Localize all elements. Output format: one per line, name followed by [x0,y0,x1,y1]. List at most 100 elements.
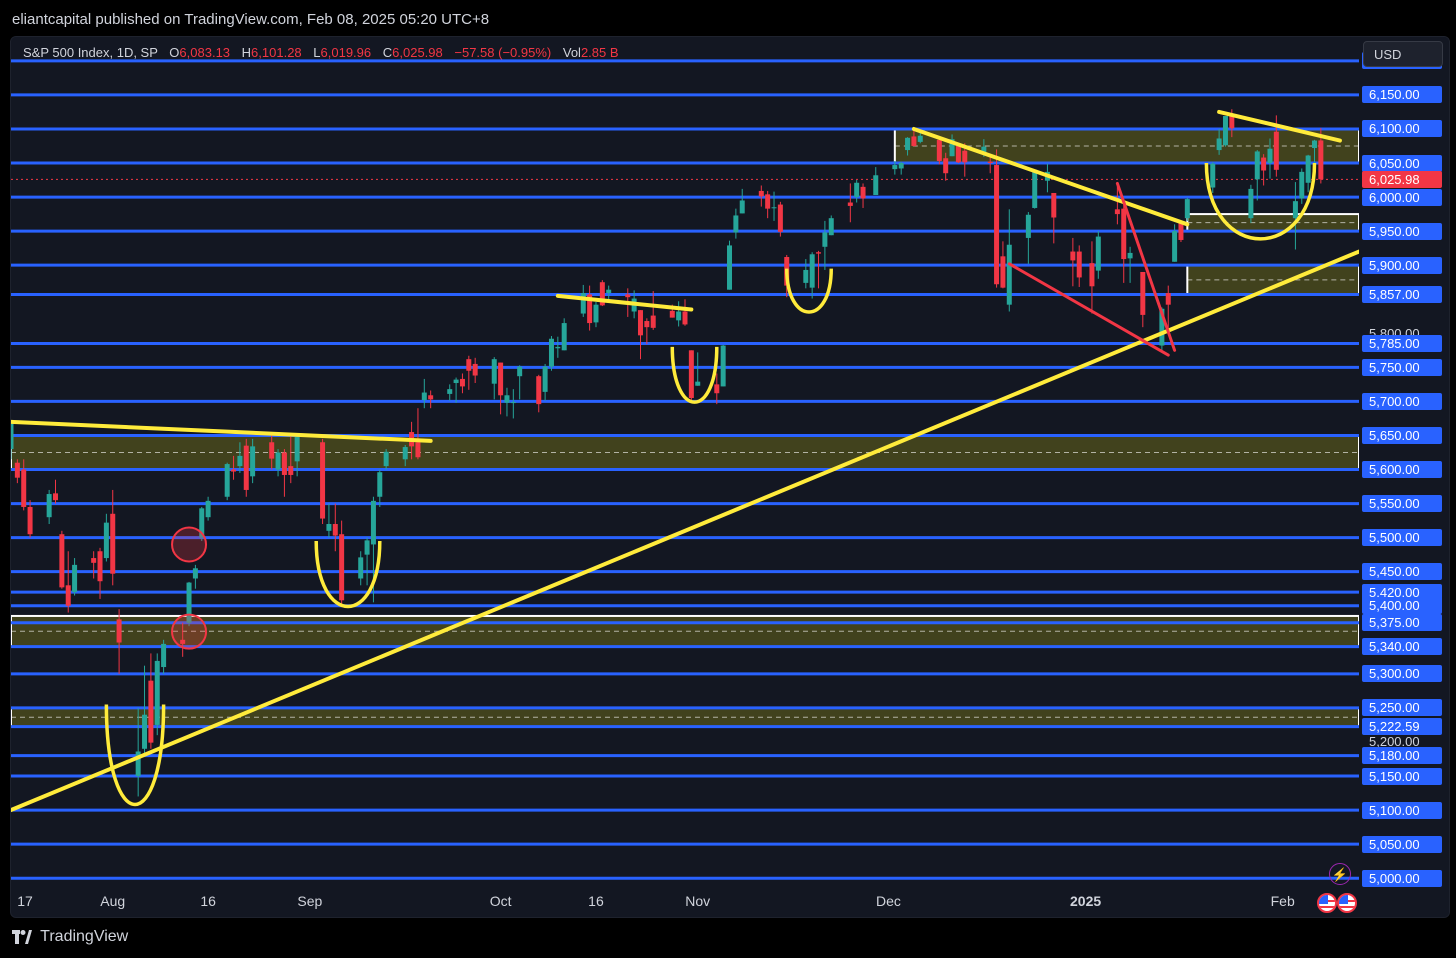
candle-body [561,323,567,351]
candle-body [644,321,650,328]
candle-body [14,462,20,478]
candle-body [650,315,656,328]
circle-marker [171,526,208,563]
circle-marker [171,613,208,650]
candle-body [771,207,777,209]
candle-body [148,680,154,743]
candle-body [428,395,434,400]
candle-body [936,139,942,161]
candle-body [517,366,523,377]
candle-body [911,136,917,146]
candle-body [269,442,275,459]
price-axis-label: 5,857.00 [1362,285,1442,303]
candle-body [1051,192,1057,218]
candle-body [142,714,148,749]
price-axis-label: 5,180.00 [1362,747,1442,765]
candle-body [714,384,720,394]
candle-body [224,464,230,497]
price-axis-label: 6,050.00 [1362,154,1442,172]
price-pane[interactable] [11,37,1359,885]
candle-body [847,202,853,206]
candle-body [59,534,65,588]
time-axis-label: Feb [1270,893,1295,909]
tradingview-footer[interactable]: TradingView [12,926,128,948]
candle-body [358,557,364,579]
candle-body [1178,222,1184,240]
candle-body [377,472,383,497]
us-flag-icon[interactable] [1337,893,1357,913]
candle-body [727,245,733,290]
candle-body [1089,263,1095,287]
legend-symbol[interactable]: S&P 500 Index, 1D, SP [23,45,158,60]
time-axis-label: Dec [876,893,901,909]
candle-body [765,194,771,209]
time-axis[interactable]: 17 Aug 16 Sep Oct 16 Nov Dec 2025 Feb [11,885,1359,917]
price-axis[interactable]: 6,200.006,150.006,100.006,050.006,025.98… [1359,37,1449,917]
chart-frame[interactable]: S&P 500 Index, 1D, SP O6,083.13 H6,101.2… [10,36,1450,918]
candle-body [243,445,249,490]
candle-body [326,524,332,531]
price-axis-label: 5,340.00 [1362,638,1442,656]
candle-body [828,218,834,236]
candle-body [205,500,211,518]
candle-body [447,389,453,394]
tradingview-brand: TradingView [40,928,129,945]
candle-body [91,558,97,563]
price-axis-label: 5,750.00 [1362,358,1442,376]
legend-close-value: 6,025.98 [392,45,443,60]
candle-body [288,466,294,475]
time-axis-label: 16 [200,893,216,909]
candle-body [905,137,911,151]
candle-body [1114,209,1120,215]
candle-body [1165,293,1171,305]
candle-body [803,269,809,283]
candle-body [1254,151,1260,180]
time-axis-label: Aug [100,893,126,909]
candle-body [250,446,256,477]
candle-body [370,500,376,545]
candle-body [1318,140,1324,180]
candle-body [1248,188,1254,219]
candle-body [943,158,949,174]
price-axis-label: 5,400.00 [1362,597,1442,615]
currency-button[interactable]: USD [1363,41,1443,67]
time-axis-label: 2025 [1070,893,1102,909]
candle-body [1305,155,1311,183]
candle-body [65,585,71,606]
price-axis-label: 5,600.00 [1362,461,1442,478]
legend-high-label: H [241,45,252,60]
candle-body [682,311,688,325]
candle-body [637,310,643,336]
candle-body [593,304,599,323]
candle-body [466,359,472,371]
candle-body [625,294,631,298]
candle-body [898,163,904,169]
price-axis-label: 5,000.00 [1362,869,1442,887]
price-axis-label: 6,000.00 [1362,188,1442,206]
candle-body [688,350,694,398]
candle-body [860,186,866,199]
candle-body [459,378,465,387]
price-axis-label: 5,300.00 [1362,665,1442,683]
candle-body [1121,208,1127,260]
us-flag-icon[interactable] [1317,893,1337,913]
candle-body [421,392,427,401]
candle-body [1210,163,1216,188]
candle-body [1070,251,1076,261]
candle-body [955,145,961,163]
candle-body [892,165,898,170]
price-axis-label: 5,700.00 [1362,392,1442,410]
time-axis-label: Oct [489,893,512,909]
tradingview-logo-icon [12,929,32,944]
candle-body [383,451,389,467]
candle-body [154,660,160,725]
lightning-icon[interactable]: ⚡ [1329,863,1351,885]
price-axis-label: 5,950.00 [1362,222,1442,240]
price-axis-label: 5,050.00 [1362,835,1442,853]
candle-body [822,232,828,247]
price-axis-label: 5,500.00 [1362,529,1442,547]
candle-body [720,345,726,387]
candle-body [873,175,879,196]
candle-body [11,423,14,450]
candle-body [231,469,237,472]
